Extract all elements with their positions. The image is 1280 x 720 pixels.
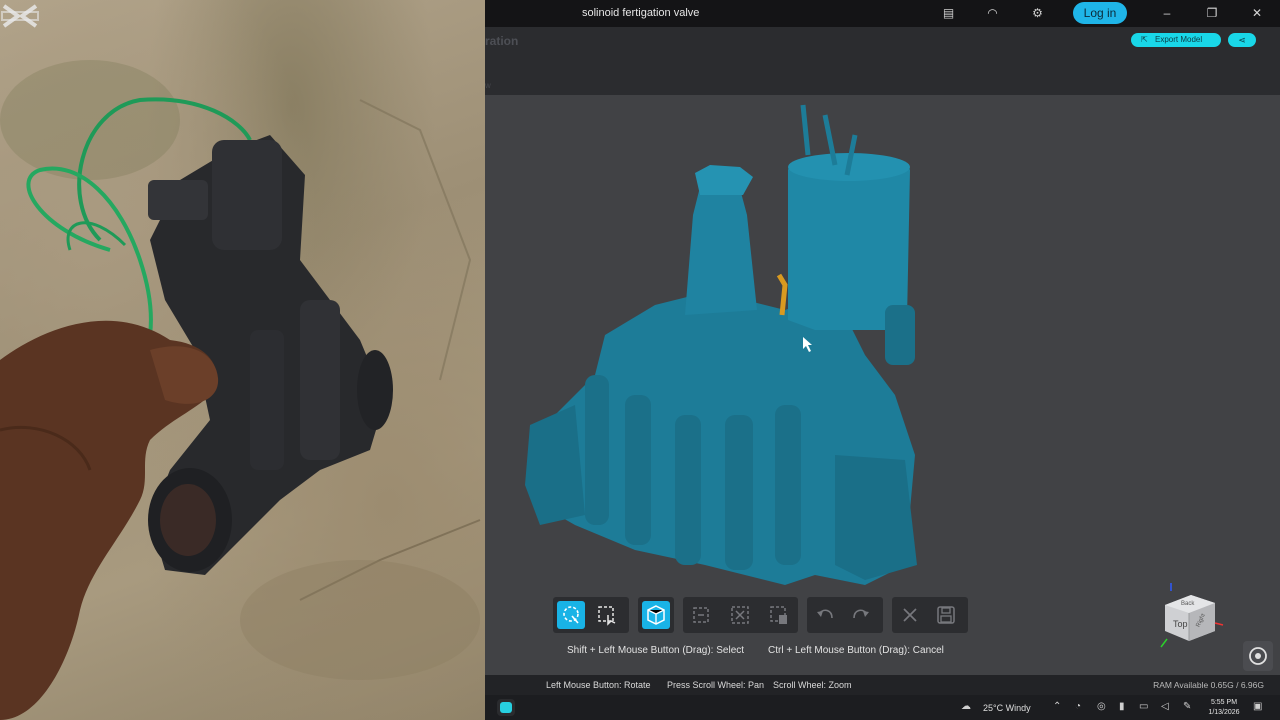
zoom-hint: Scroll Wheel: Zoom xyxy=(773,680,852,690)
clear-button[interactable] xyxy=(765,601,793,629)
3d-viewport[interactable]: Shift + Left Mouse Button (Drag): Select… xyxy=(485,95,1280,675)
cube-view-button[interactable] xyxy=(642,601,670,629)
window-title: solinoid fertigation valve xyxy=(582,7,700,19)
microphone-icon[interactable]: ▮ xyxy=(1119,701,1125,712)
headset-icon[interactable]: ◠ xyxy=(984,5,1001,22)
camera-photo xyxy=(0,0,485,720)
cancel-edit-button[interactable] xyxy=(896,601,924,629)
scan-app-window: solinoid fertigation valve ▤ ◠ ⚙ Log in … xyxy=(485,0,1280,720)
history-tool-group xyxy=(807,597,883,633)
volume-icon[interactable]: ◁ xyxy=(1161,701,1169,712)
app-tray-icon[interactable]: ◎ xyxy=(1097,701,1106,712)
save-icon xyxy=(937,606,955,624)
restore-icon[interactable]: ❐ xyxy=(1202,4,1222,22)
view-tool-group xyxy=(638,597,674,633)
lasso-select-icon xyxy=(563,606,579,624)
undo-icon xyxy=(817,609,833,619)
login-button[interactable]: Log in xyxy=(1073,2,1127,24)
status-bar: Left Mouse Button: Rotate Press Scroll W… xyxy=(485,675,1280,695)
close-icon xyxy=(903,608,917,622)
minimize-icon[interactable]: – xyxy=(1157,4,1177,22)
clock[interactable]: 5:55 PM 1/13/2026 xyxy=(1203,698,1245,718)
clear-icon xyxy=(770,606,787,624)
cancel-hint: Ctrl + Left Mouse Button (Drag): Cancel xyxy=(768,645,944,656)
network-icon[interactable]: ◔ xyxy=(1075,701,1081,712)
recenter-view-button[interactable] xyxy=(1243,641,1273,671)
rect-select-button[interactable] xyxy=(593,601,621,629)
cube-view-icon xyxy=(647,605,665,625)
pan-hint: Press Scroll Wheel: Pan xyxy=(667,680,765,690)
export-model-label: Export Model xyxy=(1155,35,1203,44)
confirm-tool-group xyxy=(892,597,968,633)
top-toolbar: ration w ⇱ Export Model ⋖ xyxy=(485,27,1280,95)
share-icon: ⋖ xyxy=(1238,35,1246,45)
scan-app-taskbar-icon[interactable] xyxy=(497,699,515,716)
navigation-cube[interactable]: Top Right Back xyxy=(1157,583,1227,655)
battery-icon[interactable]: ▭ xyxy=(1139,701,1148,712)
export-icon: ⇱ xyxy=(1141,35,1148,44)
clock-time: 5:55 PM xyxy=(1210,699,1238,706)
clock-date: 1/13/2026 xyxy=(1208,709,1240,716)
share-button[interactable]: ⋖ xyxy=(1228,33,1256,47)
notifications-icon[interactable]: ▣ xyxy=(1253,701,1262,712)
navcube-back-label: Back xyxy=(1181,601,1195,607)
windows-taskbar: ☁ 25°C Windy ⌃ ◔ ◎ ▮ ▭ ◁ ✎ 5:55 PM 1/13/… xyxy=(485,695,1280,720)
navcube-top-label: Top xyxy=(1173,619,1188,629)
weather-icon[interactable]: ☁ xyxy=(961,701,971,712)
select-tool-group xyxy=(553,597,629,633)
pen-icon[interactable]: ✎ xyxy=(1183,701,1191,712)
close-window-icon[interactable]: ✕ xyxy=(1247,4,1267,22)
rect-select-icon xyxy=(598,606,616,626)
notes-icon[interactable]: ▤ xyxy=(940,5,957,22)
ram-available: RAM Available 0.65G / 6.96G xyxy=(1153,680,1264,690)
delete-selection-button[interactable] xyxy=(726,601,754,629)
valve-in-hand-image xyxy=(0,60,481,720)
chevron-up-icon[interactable]: ⌃ xyxy=(1053,701,1061,712)
weather-text[interactable]: 25°C Windy xyxy=(983,703,1031,713)
rotate-hint: Left Mouse Button: Rotate xyxy=(546,680,651,690)
capcut-logo-icon xyxy=(1,4,39,28)
target-icon xyxy=(1249,647,1267,665)
crop-button[interactable] xyxy=(687,601,715,629)
select-hint: Shift + Left Mouse Button (Drag): Select xyxy=(567,645,745,656)
export-model-button[interactable]: ⇱ Export Model xyxy=(1131,33,1221,47)
faded-heading: ration xyxy=(485,34,519,48)
redo-icon xyxy=(853,609,869,619)
screen: solinoid fertigation valve ▤ ◠ ⚙ Log in … xyxy=(0,0,1280,720)
delete-selection-icon xyxy=(731,606,749,624)
redo-button[interactable] xyxy=(847,601,875,629)
undo-button[interactable] xyxy=(811,601,839,629)
title-bar: solinoid fertigation valve ▤ ◠ ⚙ Log in … xyxy=(485,0,1280,27)
settings-icon[interactable]: ⚙ xyxy=(1029,5,1046,22)
save-edit-button[interactable] xyxy=(932,601,960,629)
faded-subtext: w xyxy=(485,81,491,90)
crop-icon xyxy=(693,607,709,623)
edit-tool-group xyxy=(683,597,798,633)
lasso-select-button[interactable] xyxy=(557,601,585,629)
